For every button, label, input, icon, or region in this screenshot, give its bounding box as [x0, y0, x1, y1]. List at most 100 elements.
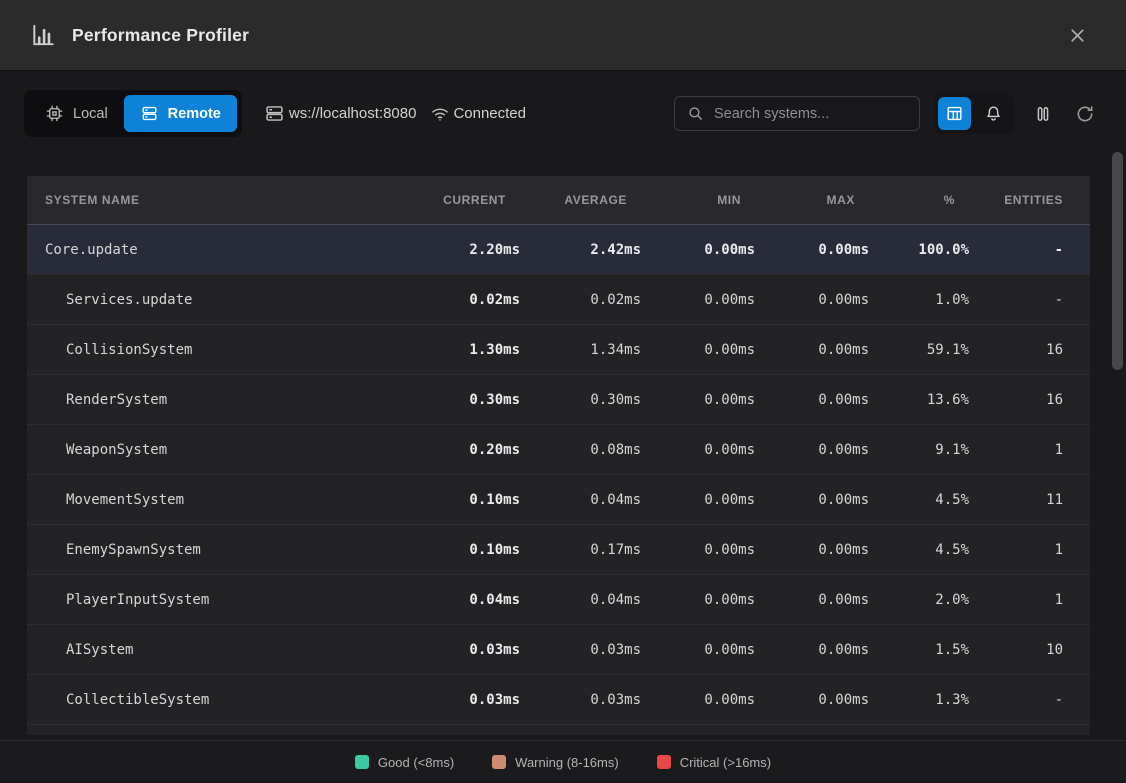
- local-mode-button[interactable]: Local: [29, 95, 124, 132]
- average-cell: 0.30ms: [520, 392, 641, 408]
- column-header-percent[interactable]: %: [869, 193, 969, 207]
- close-button[interactable]: [1061, 19, 1094, 52]
- refresh-button[interactable]: [1070, 99, 1100, 129]
- system-name-cell: EnemySpawnSystem: [27, 542, 400, 558]
- min-cell: 0.00ms: [641, 242, 755, 258]
- min-cell: 0.00ms: [641, 392, 755, 408]
- min-cell: 0.00ms: [641, 642, 755, 658]
- column-header-max[interactable]: Max: [755, 193, 869, 207]
- percent-cell: 1.0%: [869, 292, 969, 308]
- entities-cell: 11: [969, 492, 1090, 508]
- alerts-button[interactable]: [977, 97, 1010, 130]
- table-row[interactable]: WeaponSystem 0.20ms 0.08ms 0.00ms 0.00ms…: [27, 425, 1090, 475]
- system-name-cell: AISystem: [27, 642, 400, 658]
- min-cell: 0.00ms: [641, 592, 755, 608]
- max-cell: 0.00ms: [755, 642, 869, 658]
- max-cell: 0.00ms: [755, 392, 869, 408]
- local-mode-label: Local: [73, 106, 108, 122]
- close-icon: [1067, 25, 1088, 46]
- table-row[interactable]: CollisionSystem 1.30ms 1.34ms 0.00ms 0.0…: [27, 325, 1090, 375]
- entities-cell: -: [969, 692, 1090, 708]
- max-cell: 0.00ms: [755, 442, 869, 458]
- current-cell: 0.20ms: [400, 442, 520, 458]
- column-header-min[interactable]: Min: [641, 193, 755, 207]
- table-row[interactable]: AISystem 0.03ms 0.03ms 0.00ms 0.00ms 1.5…: [27, 625, 1090, 675]
- current-cell: 2.20ms: [400, 242, 520, 258]
- percent-cell: 4.5%: [869, 492, 969, 508]
- table-row[interactable]: CollectibleSystem 0.03ms 0.03ms 0.00ms 0…: [27, 675, 1090, 725]
- table-row[interactable]: EnemySpawnSystem 0.10ms 0.17ms 0.00ms 0.…: [27, 525, 1090, 575]
- min-cell: 0.00ms: [641, 292, 755, 308]
- current-cell: 0.10ms: [400, 542, 520, 558]
- table-body: Core.update 2.20ms 2.42ms 0.00ms 0.00ms …: [27, 225, 1090, 735]
- remote-mode-label: Remote: [168, 106, 221, 122]
- max-cell: 0.00ms: [755, 542, 869, 558]
- min-cell: 0.00ms: [641, 692, 755, 708]
- min-cell: 0.00ms: [641, 342, 755, 358]
- current-cell: 0.30ms: [400, 392, 520, 408]
- average-cell: 1.34ms: [520, 342, 641, 358]
- warning-swatch: [492, 755, 506, 769]
- search-input[interactable]: [714, 106, 907, 122]
- table-row[interactable]: Services.update 0.02ms 0.02ms 0.00ms 0.0…: [27, 275, 1090, 325]
- entities-cell: 1: [969, 542, 1090, 558]
- system-name-cell: CollectibleSystem: [27, 692, 400, 708]
- column-header-system-name[interactable]: System Name: [27, 193, 400, 207]
- average-cell: 0.03ms: [520, 692, 641, 708]
- current-cell: 0.03ms: [400, 642, 520, 658]
- system-name-cell: Services.update: [27, 292, 400, 308]
- legend-item-critical: Critical (>16ms): [657, 755, 771, 770]
- entities-cell: 16: [969, 392, 1090, 408]
- system-name-cell: CollisionSystem: [27, 342, 400, 358]
- max-cell: 0.00ms: [755, 492, 869, 508]
- column-header-average[interactable]: Average: [520, 193, 641, 207]
- current-cell: 0.03ms: [400, 692, 520, 708]
- legend-footer: Good (<8ms) Warning (8-16ms) Critical (>…: [0, 740, 1126, 783]
- column-header-current[interactable]: Current: [400, 193, 520, 207]
- toolbar: Local Remote ws://localhost:8080: [24, 90, 1100, 137]
- good-swatch: [355, 755, 369, 769]
- average-cell: 0.17ms: [520, 542, 641, 558]
- min-cell: 0.00ms: [641, 492, 755, 508]
- max-cell: 0.00ms: [755, 292, 869, 308]
- window-titlebar: Performance Profiler: [0, 0, 1126, 71]
- entities-cell: 1: [969, 442, 1090, 458]
- bar-chart-icon: [30, 22, 56, 48]
- system-name-cell: RenderSystem: [27, 392, 400, 408]
- average-cell: 0.03ms: [520, 642, 641, 658]
- websocket-url: ws://localhost:8080: [289, 105, 417, 122]
- max-cell: 0.00ms: [755, 692, 869, 708]
- search-icon: [687, 105, 704, 122]
- remote-mode-button[interactable]: Remote: [124, 95, 237, 132]
- connection-info: ws://localhost:8080 Connected: [264, 103, 526, 124]
- average-cell: 0.08ms: [520, 442, 641, 458]
- average-cell: 0.04ms: [520, 592, 641, 608]
- table-row[interactable]: RenderSystem 0.30ms 0.30ms 0.00ms 0.00ms…: [27, 375, 1090, 425]
- column-header-entities[interactable]: Entities: [969, 193, 1090, 207]
- legend-item-good: Good (<8ms): [355, 755, 454, 770]
- search-box: [674, 96, 920, 131]
- max-cell: 0.00ms: [755, 592, 869, 608]
- system-name-cell: PlayerInputSystem: [27, 592, 400, 608]
- table-view-button[interactable]: [938, 97, 971, 130]
- percent-cell: 1.3%: [869, 692, 969, 708]
- current-cell: 0.02ms: [400, 292, 520, 308]
- percent-cell: 4.5%: [869, 542, 969, 558]
- percent-cell: 1.5%: [869, 642, 969, 658]
- percent-cell: 9.1%: [869, 442, 969, 458]
- percent-cell: 13.6%: [869, 392, 969, 408]
- table-row[interactable]: PlayerInputSystem 0.04ms 0.04ms 0.00ms 0…: [27, 575, 1090, 625]
- good-label: Good (<8ms): [378, 755, 454, 770]
- page-title: Performance Profiler: [72, 25, 249, 46]
- systems-table: System Name Current Average Min Max % En…: [27, 176, 1090, 738]
- vertical-scrollbar-thumb[interactable]: [1112, 152, 1123, 370]
- table-row[interactable]: MovementSystem 0.10ms 0.04ms 0.00ms 0.00…: [27, 475, 1090, 525]
- warning-label: Warning (8-16ms): [515, 755, 619, 770]
- table-row[interactable]: Core.update 2.20ms 2.42ms 0.00ms 0.00ms …: [27, 225, 1090, 275]
- average-cell: 0.02ms: [520, 292, 641, 308]
- pause-button[interactable]: [1028, 99, 1058, 129]
- view-controls: [934, 93, 1014, 134]
- pause-icon: [1033, 104, 1053, 124]
- server-icon: [140, 104, 159, 123]
- max-cell: 0.00ms: [755, 342, 869, 358]
